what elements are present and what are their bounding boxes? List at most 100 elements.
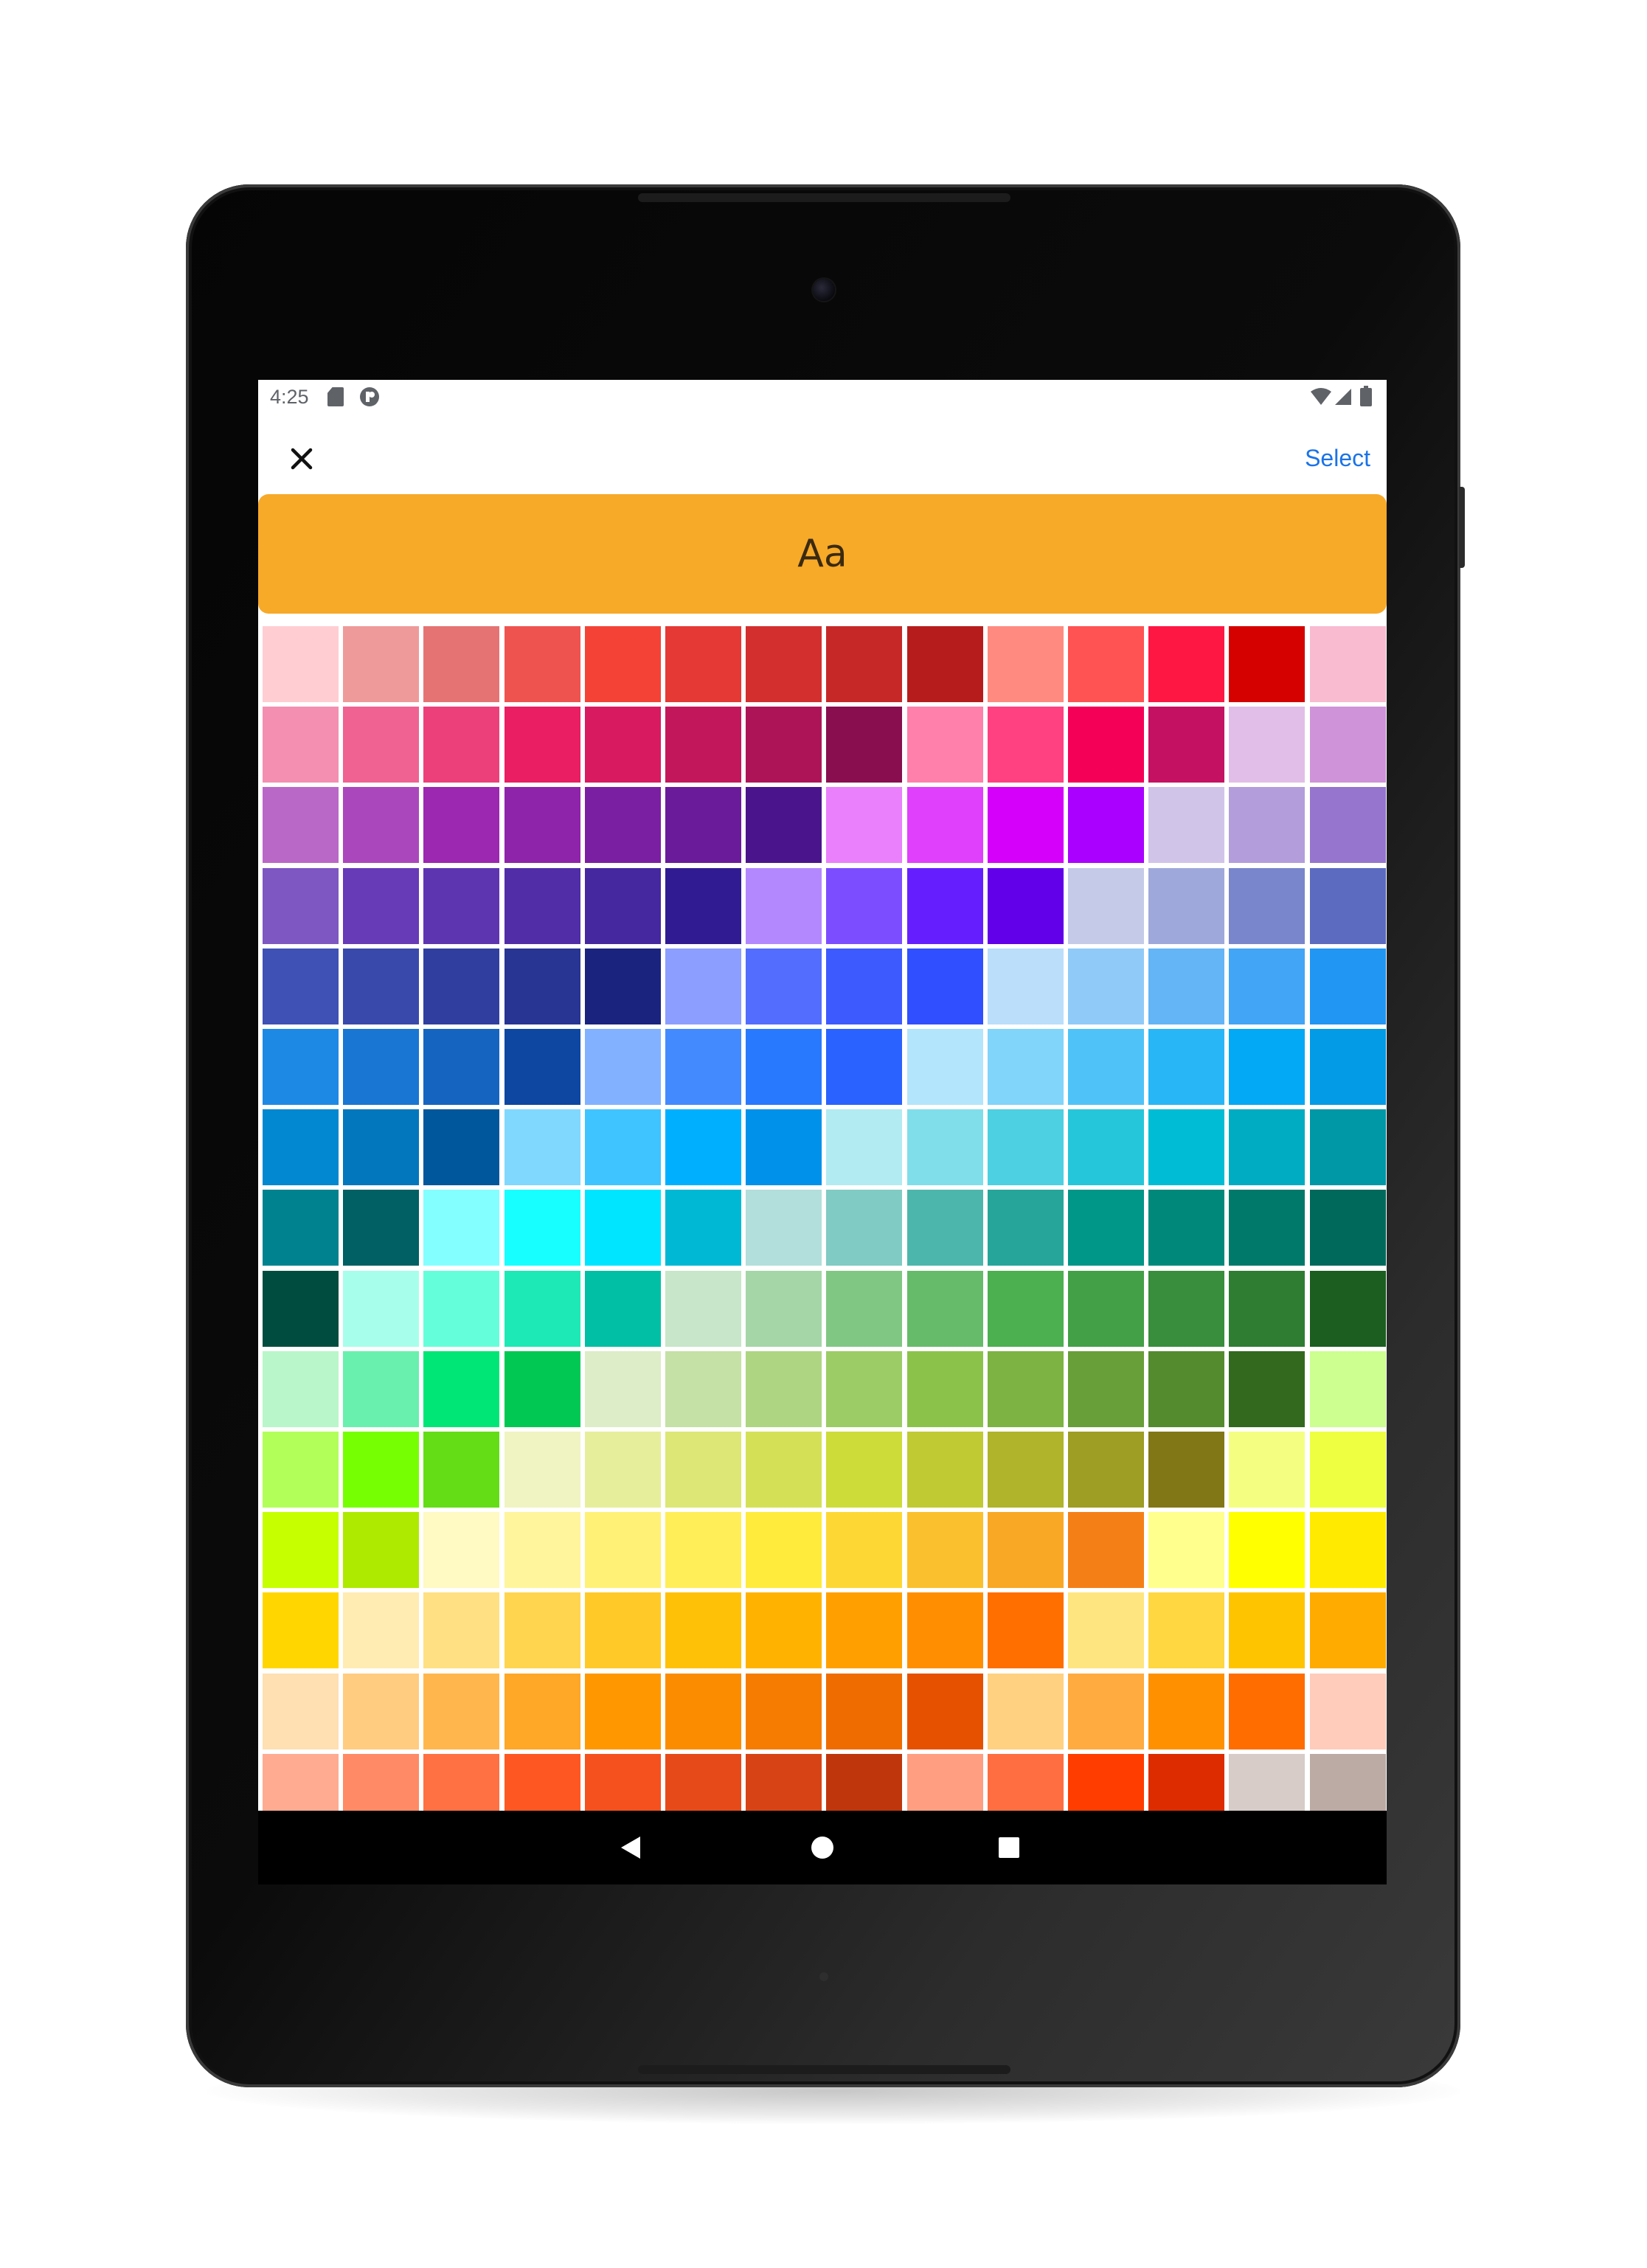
- color-swatch[interactable]: [826, 1270, 903, 1347]
- color-swatch[interactable]: [906, 1512, 983, 1589]
- color-swatch[interactable]: [343, 1190, 420, 1266]
- home-icon[interactable]: [811, 1837, 833, 1859]
- color-swatch[interactable]: [1148, 948, 1225, 1024]
- color-swatch[interactable]: [1229, 867, 1306, 944]
- color-swatch[interactable]: [504, 1270, 580, 1347]
- color-swatch[interactable]: [343, 787, 420, 864]
- color-swatch[interactable]: [987, 948, 1064, 1024]
- color-swatch[interactable]: [906, 1190, 983, 1266]
- color-swatch[interactable]: [906, 1109, 983, 1186]
- color-swatch[interactable]: [987, 1512, 1064, 1589]
- power-button[interactable]: [1459, 487, 1465, 568]
- color-swatch[interactable]: [584, 707, 661, 783]
- color-swatch[interactable]: [746, 948, 822, 1024]
- color-swatch[interactable]: [1068, 1109, 1144, 1186]
- color-swatch[interactable]: [665, 707, 741, 783]
- color-swatch[interactable]: [665, 1190, 741, 1266]
- color-swatch[interactable]: [1068, 787, 1144, 864]
- color-swatch[interactable]: [1309, 626, 1386, 702]
- color-swatch[interactable]: [1148, 1190, 1225, 1266]
- color-swatch[interactable]: [1229, 1673, 1306, 1749]
- color-swatch[interactable]: [423, 1512, 500, 1589]
- color-swatch[interactable]: [343, 1432, 420, 1508]
- color-swatch[interactable]: [504, 867, 580, 944]
- color-swatch[interactable]: [906, 948, 983, 1024]
- color-swatch[interactable]: [1068, 1512, 1144, 1589]
- color-swatch[interactable]: [665, 1270, 741, 1347]
- color-swatch[interactable]: [423, 867, 500, 944]
- color-swatch[interactable]: [1229, 1432, 1306, 1508]
- color-swatch[interactable]: [987, 1190, 1064, 1266]
- color-swatch[interactable]: [665, 1109, 741, 1186]
- color-swatch[interactable]: [584, 1029, 661, 1105]
- color-swatch[interactable]: [1068, 867, 1144, 944]
- color-swatch[interactable]: [1148, 626, 1225, 702]
- color-swatch[interactable]: [826, 1109, 903, 1186]
- recents-icon[interactable]: [999, 1837, 1019, 1858]
- color-swatch[interactable]: [343, 1673, 420, 1749]
- color-swatch[interactable]: [746, 867, 822, 944]
- color-swatch[interactable]: [263, 867, 339, 944]
- color-swatch[interactable]: [906, 787, 983, 864]
- color-swatch[interactable]: [343, 948, 420, 1024]
- color-swatch[interactable]: [987, 1109, 1064, 1186]
- color-swatch[interactable]: [423, 1029, 500, 1105]
- color-swatch[interactable]: [504, 1029, 580, 1105]
- color-swatch[interactable]: [263, 1190, 339, 1266]
- color-swatch[interactable]: [906, 1432, 983, 1508]
- color-swatch[interactable]: [665, 787, 741, 864]
- color-swatch[interactable]: [1309, 1673, 1386, 1749]
- color-swatch[interactable]: [906, 1592, 983, 1669]
- color-swatch[interactable]: [746, 1432, 822, 1508]
- color-swatch[interactable]: [665, 1432, 741, 1508]
- color-swatch[interactable]: [343, 1029, 420, 1105]
- color-swatch[interactable]: [423, 1270, 500, 1347]
- color-swatch[interactable]: [826, 1029, 903, 1105]
- color-swatch[interactable]: [504, 626, 580, 702]
- color-swatch[interactable]: [1309, 1270, 1386, 1347]
- color-swatch[interactable]: [343, 867, 420, 944]
- color-swatch[interactable]: [826, 626, 903, 702]
- color-swatch[interactable]: [1068, 1673, 1144, 1749]
- color-swatch[interactable]: [1068, 1190, 1144, 1266]
- color-swatch[interactable]: [746, 1029, 822, 1105]
- color-swatch[interactable]: [906, 1673, 983, 1749]
- color-swatch[interactable]: [343, 1512, 420, 1589]
- color-swatch[interactable]: [826, 1512, 903, 1589]
- color-swatch[interactable]: [826, 707, 903, 783]
- color-swatch[interactable]: [423, 1109, 500, 1186]
- color-swatch[interactable]: [1148, 1673, 1225, 1749]
- color-swatch[interactable]: [584, 948, 661, 1024]
- color-swatch[interactable]: [504, 707, 580, 783]
- color-swatch[interactable]: [987, 1673, 1064, 1749]
- color-swatch[interactable]: [1148, 1029, 1225, 1105]
- color-swatch[interactable]: [263, 1432, 339, 1508]
- color-swatch[interactable]: [584, 1109, 661, 1186]
- color-swatch[interactable]: [504, 1109, 580, 1186]
- color-swatch[interactable]: [1068, 1592, 1144, 1669]
- color-swatch[interactable]: [1148, 1512, 1225, 1589]
- color-swatch[interactable]: [263, 1592, 339, 1669]
- color-swatch[interactable]: [504, 1432, 580, 1508]
- color-swatch[interactable]: [1229, 1109, 1306, 1186]
- color-swatch[interactable]: [504, 1190, 580, 1266]
- color-swatch[interactable]: [584, 626, 661, 702]
- color-swatch[interactable]: [665, 626, 741, 702]
- color-swatch[interactable]: [423, 1592, 500, 1669]
- color-swatch[interactable]: [1309, 1029, 1386, 1105]
- color-swatch[interactable]: [1229, 1270, 1306, 1347]
- color-swatch[interactable]: [1068, 707, 1144, 783]
- color-swatch[interactable]: [665, 1029, 741, 1105]
- color-swatch[interactable]: [343, 1592, 420, 1669]
- color-swatch[interactable]: [987, 1350, 1064, 1427]
- color-swatch[interactable]: [584, 1350, 661, 1427]
- color-swatch[interactable]: [584, 1190, 661, 1266]
- color-swatch[interactable]: [826, 867, 903, 944]
- color-swatch[interactable]: [987, 707, 1064, 783]
- color-swatch[interactable]: [263, 1029, 339, 1105]
- color-swatch[interactable]: [504, 1350, 580, 1427]
- color-swatch[interactable]: [665, 1350, 741, 1427]
- color-swatch[interactable]: [665, 948, 741, 1024]
- color-swatch[interactable]: [746, 1190, 822, 1266]
- color-swatch[interactable]: [423, 1673, 500, 1749]
